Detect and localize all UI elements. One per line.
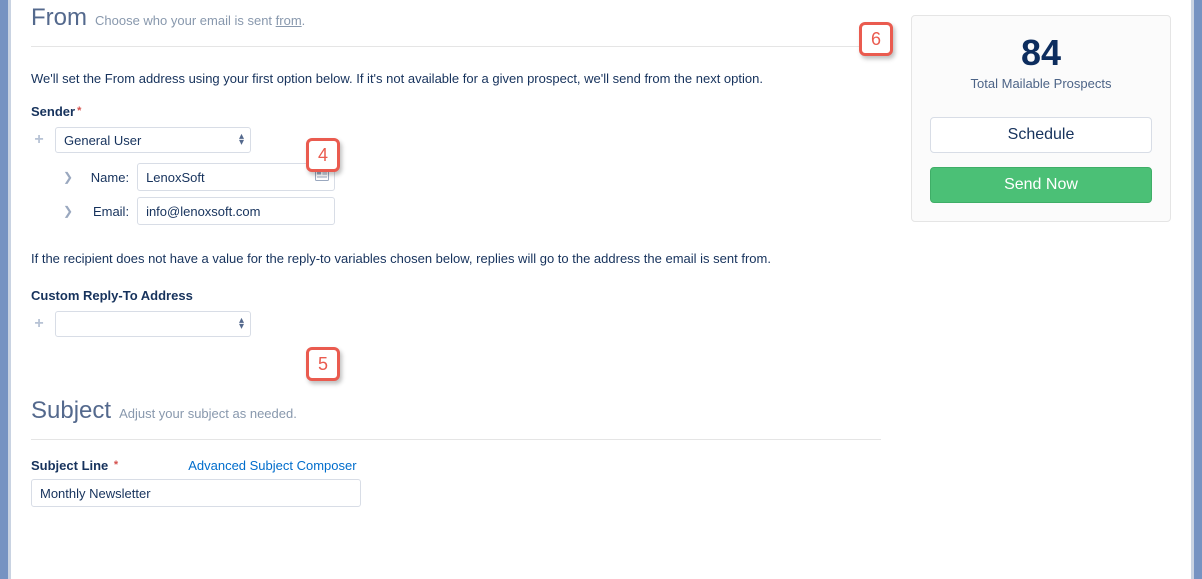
add-replyto-icon[interactable]: + bbox=[31, 315, 47, 333]
chevron-right-icon: ❯ bbox=[63, 204, 73, 218]
replyto-select[interactable]: ▴▾ bbox=[55, 311, 251, 337]
subject-section-header: Subject Adjust your subject as needed. bbox=[31, 393, 881, 440]
prospects-count-label: Total Mailable Prospects bbox=[930, 76, 1152, 91]
callout-6: 6 bbox=[859, 22, 893, 56]
subject-subtitle: Adjust your subject as needed. bbox=[119, 406, 297, 421]
add-sender-icon[interactable]: + bbox=[31, 131, 47, 149]
subject-title: Subject bbox=[31, 397, 111, 425]
from-title: From bbox=[31, 4, 87, 32]
sender-email-input[interactable] bbox=[137, 197, 335, 225]
send-now-button[interactable]: Send Now bbox=[930, 167, 1152, 203]
chevron-updown-icon: ▴▾ bbox=[239, 134, 244, 146]
from-helper-text: We'll set the From address using your fi… bbox=[31, 71, 881, 86]
replyto-label: Custom Reply-To Address bbox=[31, 288, 881, 303]
sender-row: + General User ▴▾ bbox=[31, 127, 881, 153]
callout-5: 5 bbox=[306, 347, 340, 381]
sender-label: Sender* bbox=[31, 104, 881, 119]
callout-4: 4 bbox=[306, 138, 340, 172]
sender-select[interactable]: General User ▴▾ bbox=[55, 127, 251, 153]
subject-line-input[interactable] bbox=[31, 479, 361, 507]
chevron-updown-icon: ▴▾ bbox=[239, 318, 244, 330]
schedule-button[interactable]: Schedule bbox=[930, 117, 1152, 153]
replyto-helper-text: If the recipient does not have a value f… bbox=[31, 251, 881, 266]
prospects-panel: 84 Total Mailable Prospects Schedule Sen… bbox=[911, 15, 1171, 222]
prospects-count: 84 bbox=[930, 32, 1152, 74]
from-section-header: From Choose who your email is sent from. bbox=[31, 0, 881, 47]
subject-line-label: Subject Line * bbox=[31, 458, 118, 473]
advanced-composer-link[interactable]: Advanced Subject Composer bbox=[188, 458, 356, 473]
sender-email-row: ❯ Email: bbox=[63, 197, 881, 225]
chevron-right-icon: ❯ bbox=[63, 170, 73, 184]
from-subtitle: Choose who your email is sent from. bbox=[95, 13, 305, 28]
sender-name-row: ❯ Name: bbox=[63, 163, 881, 191]
sender-select-value: General User bbox=[64, 133, 141, 148]
replyto-row: + ▴▾ bbox=[31, 311, 881, 337]
email-label: Email: bbox=[81, 204, 129, 219]
name-label: Name: bbox=[81, 170, 129, 185]
